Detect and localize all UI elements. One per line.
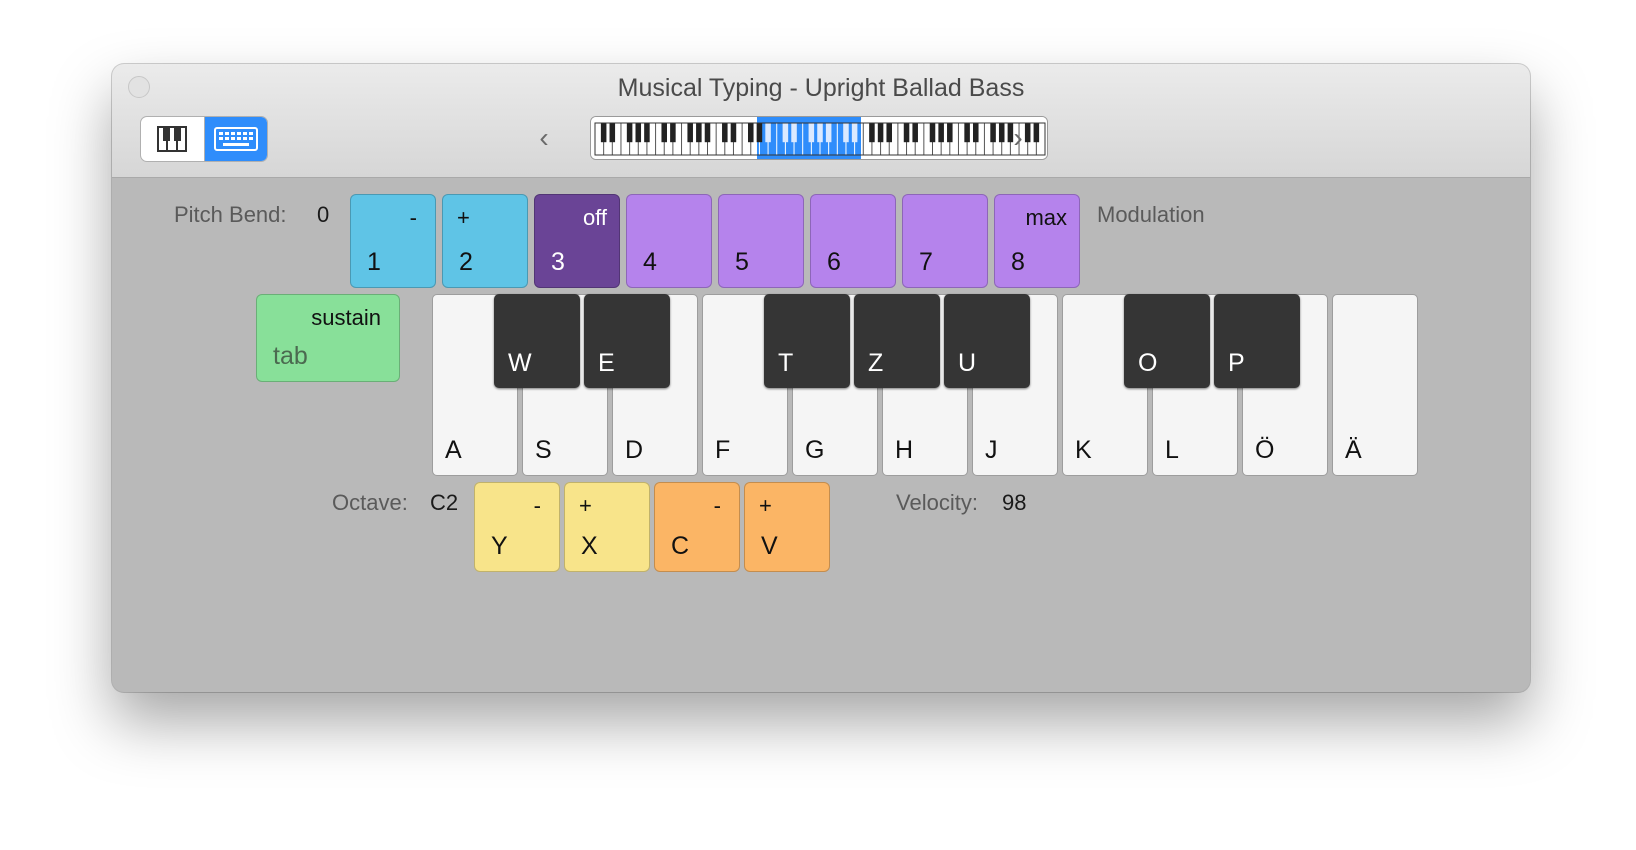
- modulation-key-4-label: 4: [643, 248, 657, 276]
- pitch-bend-up-keylabel: 2: [459, 248, 473, 276]
- piano-black-key[interactable]: O: [1124, 294, 1210, 388]
- keyboard-range-overview[interactable]: [590, 116, 1048, 160]
- black-key-label: O: [1138, 349, 1158, 377]
- octave-up-key[interactable]: + X: [564, 482, 650, 572]
- pitch-bend-down-sublabel: -: [409, 205, 417, 230]
- modulation-off-keylabel: 3: [551, 248, 565, 276]
- modulation-key-6[interactable]: 6: [810, 194, 896, 288]
- musical-typing-window: Musical Typing - Upright Ballad Bass ‹ ›…: [112, 64, 1530, 692]
- white-key-label: S: [535, 436, 552, 464]
- sustain-key[interactable]: sustain tab: [256, 294, 400, 382]
- white-key-label: G: [805, 436, 825, 464]
- white-key-label: Ö: [1255, 436, 1275, 464]
- velocity-down-keylabel: C: [671, 532, 690, 560]
- octave-up-sublabel: +: [579, 493, 592, 518]
- velocity-up-key[interactable]: + V: [744, 482, 830, 572]
- octave-up-keylabel: X: [581, 532, 598, 560]
- pitch-bend-down-keylabel: 1: [367, 248, 381, 276]
- piano-black-key[interactable]: W: [494, 294, 580, 388]
- modulation-label: Modulation: [1097, 202, 1205, 227]
- pitch-bend-down-key[interactable]: - 1: [350, 194, 436, 288]
- octave-down-sublabel: -: [533, 493, 541, 518]
- white-key-label: Ä: [1345, 436, 1362, 464]
- octave-value: C2: [430, 490, 459, 515]
- chevron-left-icon[interactable]: ‹: [534, 122, 554, 154]
- white-key-label: L: [1165, 436, 1179, 464]
- black-key-label: T: [778, 349, 794, 377]
- black-key-label: P: [1228, 349, 1245, 377]
- modulation-off-key[interactable]: off 3: [534, 194, 620, 288]
- modulation-key-4[interactable]: 4: [626, 194, 712, 288]
- white-key-label: J: [985, 436, 998, 464]
- octave-down-keylabel: Y: [491, 532, 508, 560]
- window-title: Musical Typing - Upright Ballad Bass: [617, 74, 1025, 102]
- modulation-max-key[interactable]: max 8: [994, 194, 1080, 288]
- modulation-key-5[interactable]: 5: [718, 194, 804, 288]
- computer-keyboard-icon: [213, 127, 258, 151]
- black-key-label: Z: [868, 349, 884, 377]
- velocity-up-keylabel: V: [761, 532, 778, 560]
- piano-black-key[interactable]: E: [584, 294, 670, 388]
- white-key-label: A: [445, 436, 462, 464]
- white-key-label: D: [625, 436, 644, 464]
- view-mode-toggle: [140, 116, 268, 162]
- keyboard-view-button[interactable]: [203, 117, 267, 161]
- black-key-label: W: [508, 349, 532, 377]
- mini-keyboard-icon: [591, 117, 1047, 159]
- black-key-label: E: [598, 349, 615, 377]
- piano-black-key[interactable]: Z: [854, 294, 940, 388]
- modulation-max-sublabel: max: [1025, 205, 1067, 230]
- pitch-bend-value: 0: [317, 202, 330, 227]
- piano-black-key[interactable]: U: [944, 294, 1030, 388]
- piano-view-button[interactable]: [141, 117, 204, 161]
- octave-label: Octave:: [332, 490, 408, 515]
- title-bar: Musical Typing - Upright Ballad Bass ‹ ›: [112, 64, 1530, 178]
- keyboard-panel: Pitch Bend: 0 - 1 + 2 off 3 4 5 6 7 max …: [112, 178, 1530, 692]
- modulation-key-5-label: 5: [735, 248, 749, 276]
- octave-down-key[interactable]: - Y: [474, 482, 560, 572]
- sustain-sublabel: sustain: [311, 305, 381, 330]
- black-key-label: U: [958, 349, 977, 377]
- velocity-value: 98: [1002, 490, 1027, 515]
- piano-white-key[interactable]: Ä: [1332, 294, 1418, 476]
- velocity-down-sublabel: -: [713, 493, 721, 518]
- piano-black-key[interactable]: P: [1214, 294, 1300, 388]
- white-key-label: H: [895, 436, 914, 464]
- velocity-up-sublabel: +: [759, 493, 772, 518]
- modulation-key-7-label: 7: [919, 248, 933, 276]
- velocity-label: Velocity:: [896, 490, 978, 515]
- sustain-keylabel: tab: [273, 342, 308, 370]
- chevron-right-icon[interactable]: ›: [1008, 122, 1028, 154]
- velocity-down-key[interactable]: - C: [654, 482, 740, 572]
- pitch-bend-up-sublabel: +: [457, 205, 470, 230]
- modulation-key-7[interactable]: 7: [902, 194, 988, 288]
- piano-black-key[interactable]: T: [764, 294, 850, 388]
- pitch-bend-label: Pitch Bend:: [174, 202, 287, 227]
- modulation-key-6-label: 6: [827, 248, 841, 276]
- white-key-label: F: [715, 436, 731, 464]
- pitch-bend-up-key[interactable]: + 2: [442, 194, 528, 288]
- white-key-label: K: [1075, 436, 1092, 464]
- modulation-max-keylabel: 8: [1011, 248, 1025, 276]
- modulation-off-sublabel: off: [582, 205, 607, 230]
- piano-keys-icon: [157, 126, 188, 152]
